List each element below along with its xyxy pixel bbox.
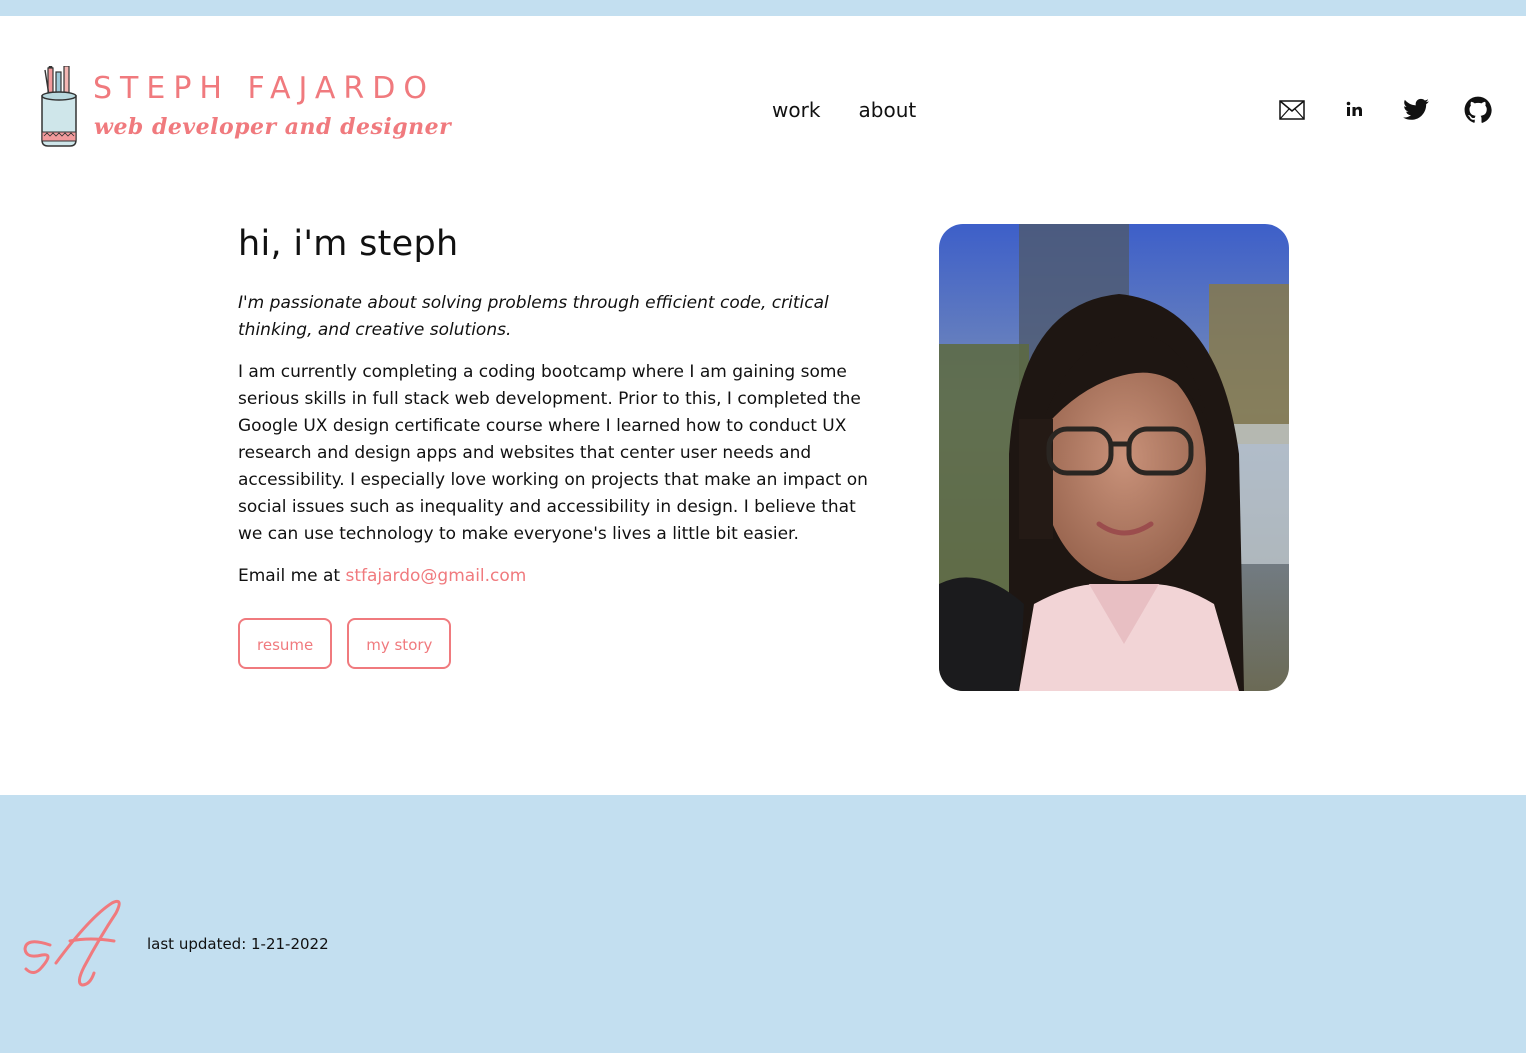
logo-name: STEPH FAJARDO xyxy=(93,71,435,106)
intro-text: hi, i'm steph I'm passionate about solvi… xyxy=(238,224,883,669)
nav-link-about[interactable]: about xyxy=(859,98,917,122)
profile-photo xyxy=(939,224,1289,691)
resume-button[interactable]: resume xyxy=(238,618,333,669)
intro-section: hi, i'm steph I'm passionate about solvi… xyxy=(0,196,1526,794)
intro-tagline: I'm passionate about solving problems th… xyxy=(238,293,829,340)
site-logo[interactable]: STEPH FAJARDO web developer and designer xyxy=(38,66,451,156)
site-footer: last updated: 1-21-2022 xyxy=(0,795,1526,1053)
email-prefix: Email me at xyxy=(238,566,341,586)
logo-tagline: web developer and designer xyxy=(94,114,452,140)
my-story-button[interactable]: my story xyxy=(347,618,452,669)
twitter-icon[interactable] xyxy=(1402,96,1430,124)
intro-heading: hi, i'm steph xyxy=(238,224,459,264)
intro-buttons: resume my story xyxy=(238,618,883,669)
mail-icon[interactable] xyxy=(1278,96,1306,124)
linkedin-icon[interactable] xyxy=(1340,96,1368,124)
site-header: STEPH FAJARDO web developer and designer… xyxy=(0,16,1526,196)
signature-logo xyxy=(23,899,121,987)
email-line: Email me at stfajardo@gmail.com xyxy=(238,563,883,590)
email-link[interactable]: stfajardo@gmail.com xyxy=(345,566,526,586)
intro-bio: I am currently completing a coding bootc… xyxy=(238,362,868,544)
nav-link-work[interactable]: work xyxy=(772,98,820,122)
github-icon[interactable] xyxy=(1464,96,1492,124)
pencil-cup-icon xyxy=(41,66,77,147)
main-nav: work about xyxy=(772,98,949,122)
top-band xyxy=(0,0,1526,16)
last-updated: last updated: 1-21-2022 xyxy=(147,935,329,953)
